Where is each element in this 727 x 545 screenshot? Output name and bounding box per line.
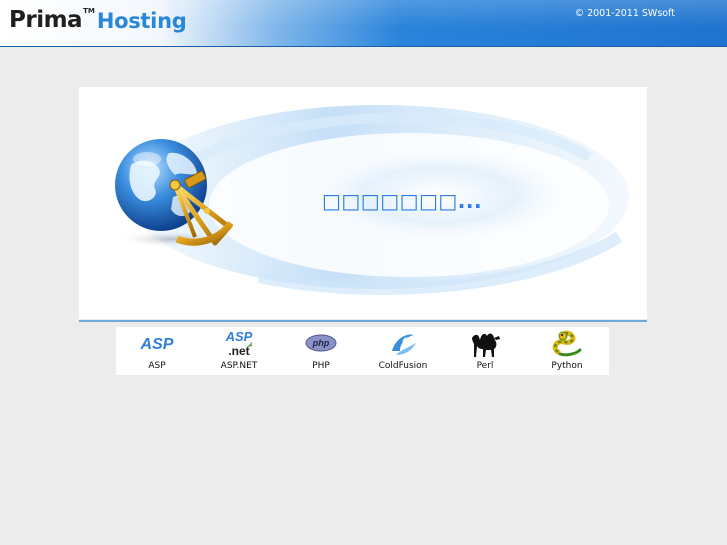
tech-label-python: Python [551, 361, 583, 371]
logo-trademark: TM [83, 7, 95, 15]
tech-item-asp[interactable]: ASP ASP [116, 327, 198, 375]
php-icon: php [291, 328, 351, 358]
header-bar: Prima TM Hosting © 2001-2011 SWsoft [0, 0, 727, 47]
tech-label-php: PHP [312, 361, 330, 371]
svg-text:.net: .net [228, 344, 249, 358]
loading-status-text: □□□□□□□... [322, 189, 483, 213]
tech-item-aspnet[interactable]: ASP .net ASP.NET [198, 327, 280, 375]
globe-sextant-graphic [111, 135, 234, 251]
main-panel: □□□□□□□... [79, 87, 647, 319]
tech-item-php[interactable]: php PHP [280, 327, 362, 375]
technology-strip: ASP ASP ASP .net ASP.NET php PHP f ColdF… [116, 327, 609, 375]
coldfusion-icon: f [373, 328, 433, 358]
tech-label-asp: ASP [148, 361, 166, 371]
panel-divider [79, 320, 647, 322]
copyright-notice: © 2001-2011 SWsoft [574, 8, 675, 19]
tech-label-coldfusion: ColdFusion [378, 361, 428, 371]
perl-camel-icon [455, 328, 515, 358]
svg-text:php: php [312, 338, 330, 348]
tech-item-python[interactable]: Python [526, 327, 608, 375]
svg-text:ASP: ASP [225, 329, 253, 344]
svg-text:ASP: ASP [140, 336, 174, 353]
logo-prima-text: Prima [9, 7, 83, 33]
globe-icon [115, 139, 234, 248]
tech-label-perl: Perl [476, 361, 494, 371]
tech-item-coldfusion[interactable]: f ColdFusion [362, 327, 444, 375]
prima-hosting-logo[interactable]: Prima TM Hosting [9, 5, 187, 41]
tech-label-aspnet: ASP.NET [220, 361, 258, 371]
logo-hosting-text: Hosting [96, 9, 187, 33]
aspnet-icon: ASP .net [209, 328, 269, 358]
python-snake-icon [537, 328, 597, 358]
tech-item-perl[interactable]: Perl [444, 327, 526, 375]
asp-icon: ASP [127, 328, 187, 358]
